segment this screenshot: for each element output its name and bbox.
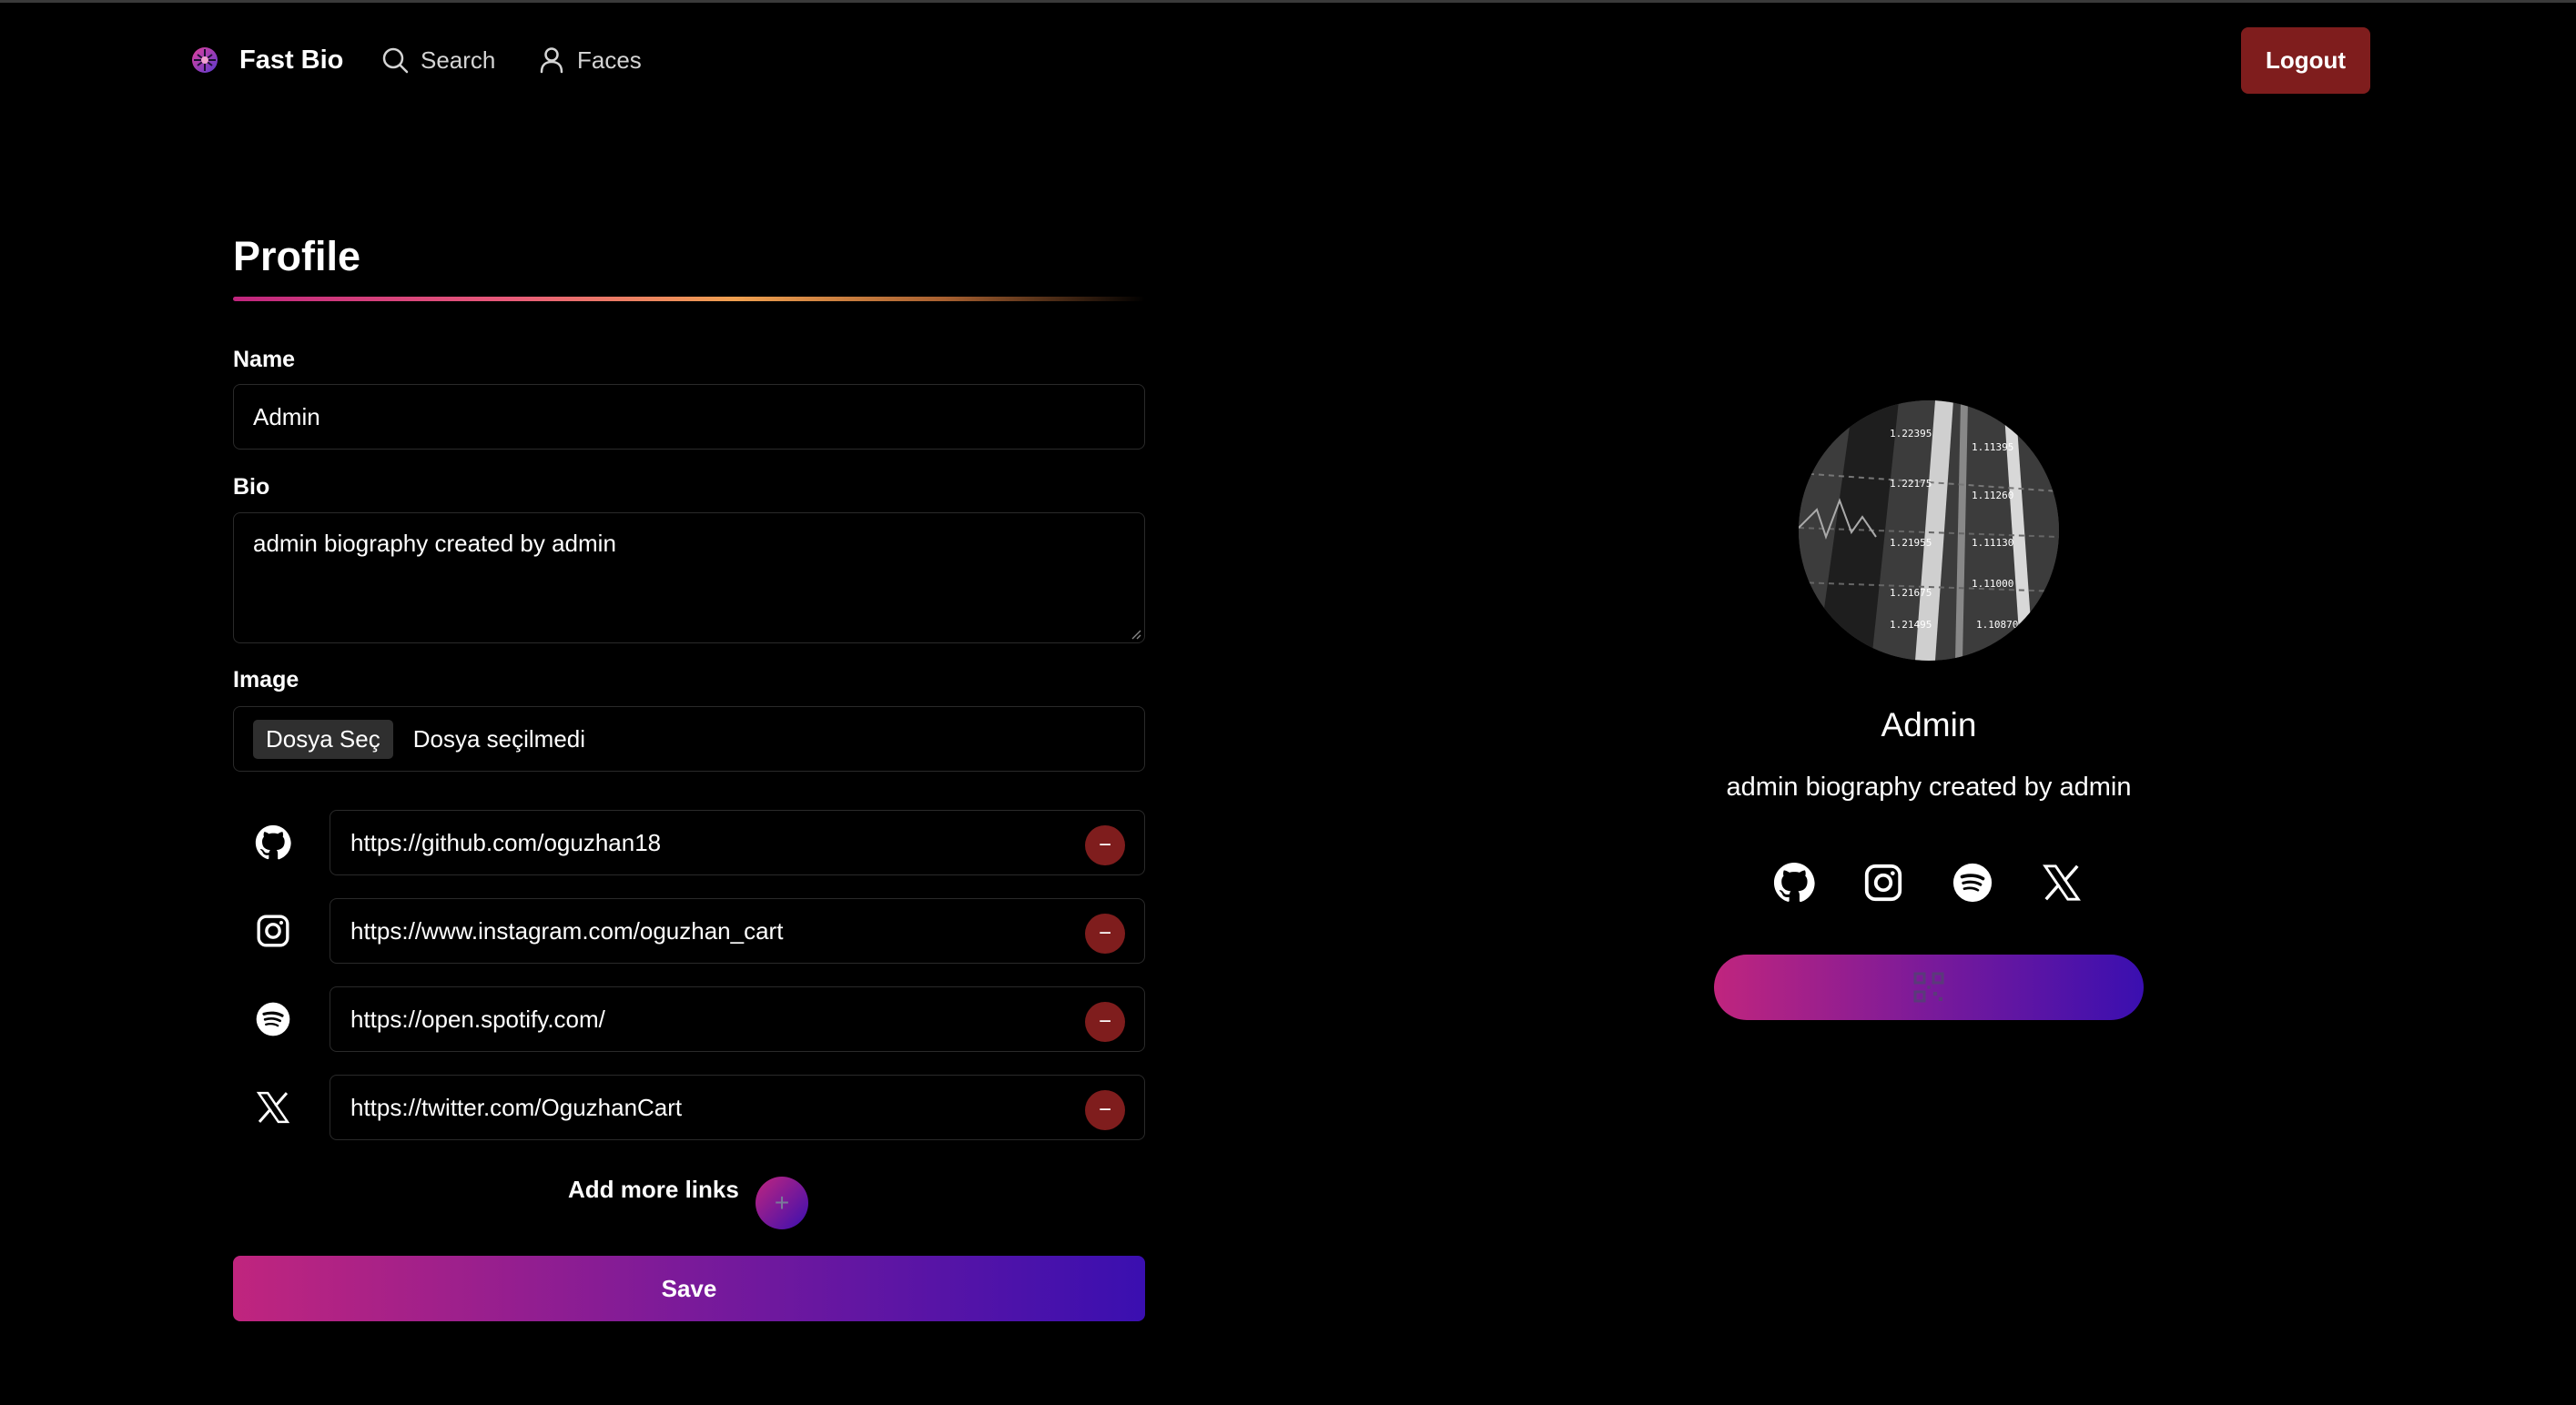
svg-text:1.11260: 1.11260 [1972, 490, 2013, 501]
image-label: Image [233, 667, 299, 692]
profile-form: Profile Name Admin Bio admin biography c… [233, 227, 1145, 1321]
resize-handle-icon[interactable] [1131, 629, 1141, 640]
remove-link-button[interactable]: − [1085, 914, 1125, 954]
instagram-icon [257, 915, 289, 947]
top-border [0, 0, 2576, 3]
x-twitter-icon[interactable] [2041, 862, 2083, 904]
svg-text:1.21675: 1.21675 [1890, 587, 1932, 599]
spotify-icon [256, 1002, 290, 1036]
link-input-github[interactable]: https://github.com/oguzhan18 [330, 810, 1145, 875]
link-row-spotify: https://open.spotify.com/ − [233, 986, 1145, 1052]
remove-link-button[interactable]: − [1085, 825, 1125, 865]
choose-file-button[interactable]: Dosya Seç [253, 719, 393, 759]
link-url: https://github.com/oguzhan18 [350, 828, 662, 856]
file-status: Dosya seçilmedi [412, 724, 586, 753]
add-more-links-label: Add more links [568, 1176, 739, 1203]
page-title: Profile [233, 233, 361, 279]
svg-text:1.11395: 1.11395 [1972, 441, 2013, 453]
qr-code-icon [1913, 972, 1944, 1003]
nav-search[interactable]: Search [380, 40, 495, 80]
svg-text:1.22175: 1.22175 [1890, 478, 1932, 490]
link-url: https://www.instagram.com/oguzhan_cart [350, 916, 784, 945]
link-row-twitter: https://twitter.com/OguzhanCart − [233, 1075, 1145, 1140]
name-input[interactable]: Admin [233, 384, 1145, 450]
instagram-icon[interactable] [1862, 862, 1904, 904]
brand-name[interactable]: Fast Bio [239, 40, 343, 80]
search-icon [382, 47, 409, 74]
svg-text:1.10870: 1.10870 [1976, 619, 2018, 631]
title-underline [233, 297, 1145, 301]
nav-faces[interactable]: Faces [537, 40, 642, 80]
github-icon [255, 824, 291, 860]
svg-text:1.21955: 1.21955 [1890, 537, 1932, 549]
preview-name: Admin [1881, 706, 1977, 743]
x-twitter-icon [256, 1091, 290, 1124]
svg-text:1.11130: 1.11130 [1972, 537, 2013, 549]
save-button[interactable]: Save [233, 1256, 1145, 1321]
avatar: 1.11395 1.11260 1.11130 1.11000 1.10870 … [1799, 400, 2059, 661]
name-label: Name [233, 347, 296, 372]
remove-link-button[interactable]: − [1085, 1090, 1125, 1130]
bio-textarea[interactable]: admin biography created by admin [233, 512, 1145, 643]
svg-text:1.21495: 1.21495 [1890, 619, 1932, 631]
remove-link-button[interactable]: − [1085, 1002, 1125, 1042]
logo-icon[interactable] [187, 42, 223, 78]
image-file-input[interactable]: Dosya Seç Dosya seçilmedi [233, 706, 1145, 772]
svg-text:1.22395: 1.22395 [1890, 428, 1932, 440]
link-input-instagram[interactable]: https://www.instagram.com/oguzhan_cart [330, 898, 1145, 964]
link-input-twitter[interactable]: https://twitter.com/OguzhanCart [330, 1075, 1145, 1140]
link-input-spotify[interactable]: https://open.spotify.com/ [330, 986, 1145, 1052]
spotify-icon[interactable] [1952, 862, 1993, 904]
nav-faces-label: Faces [577, 45, 642, 74]
logout-button[interactable]: Logout [2241, 27, 2370, 94]
nav-search-label: Search [421, 45, 496, 74]
link-url: https://open.spotify.com/ [350, 1005, 605, 1033]
github-icon[interactable] [1773, 862, 1815, 904]
user-icon [540, 47, 563, 74]
bio-label: Bio [233, 474, 270, 500]
qr-code-button[interactable] [1714, 955, 2144, 1020]
preview-social-links [1773, 862, 2083, 904]
preview-bio: admin biography created by admin [1726, 773, 2132, 802]
bio-text: admin biography created by admin [253, 530, 616, 557]
link-row-github: https://github.com/oguzhan18 − [233, 810, 1145, 875]
svg-text:1.11000: 1.11000 [1972, 578, 2013, 590]
add-link-button[interactable]: + [756, 1177, 808, 1229]
link-row-instagram: https://www.instagram.com/oguzhan_cart − [233, 898, 1145, 964]
link-url: https://twitter.com/OguzhanCart [350, 1093, 683, 1121]
avatar-image: 1.11395 1.11260 1.11130 1.11000 1.10870 … [1799, 400, 2059, 661]
